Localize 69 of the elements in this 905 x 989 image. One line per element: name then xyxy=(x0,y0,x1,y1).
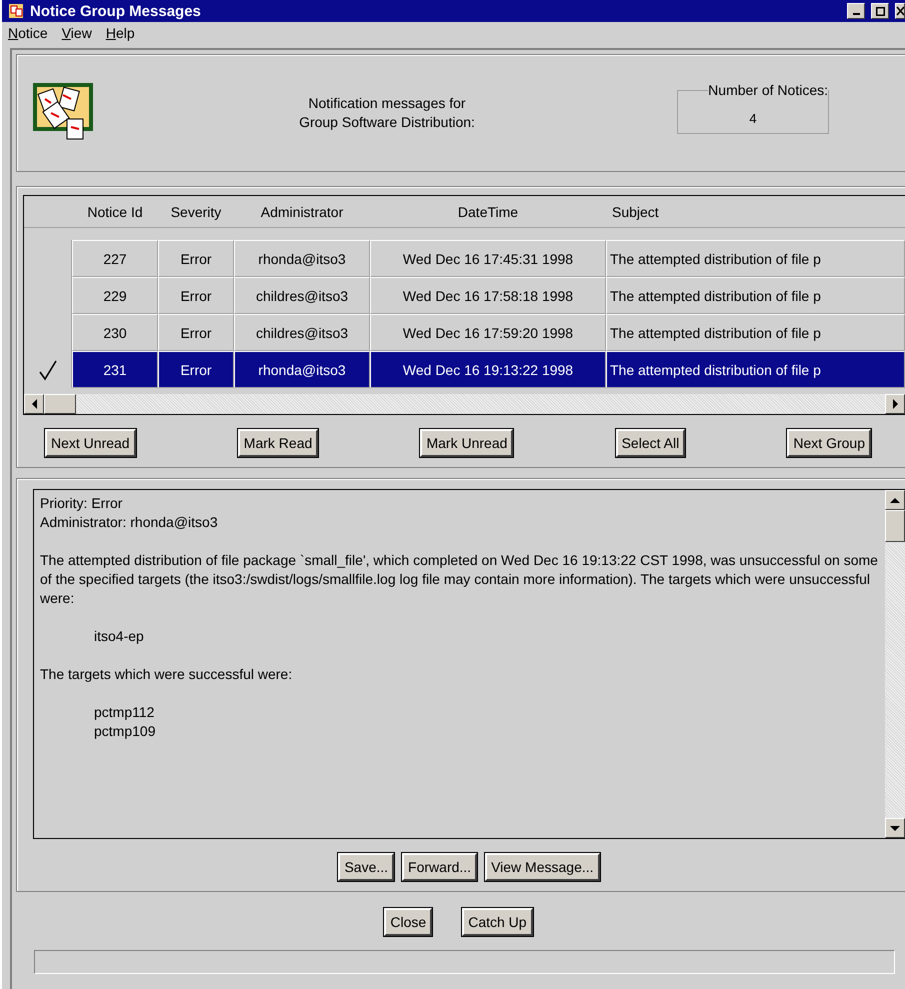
table-cell: 227 xyxy=(72,240,158,277)
table-cell: Error xyxy=(158,240,234,277)
maximize-icon xyxy=(876,6,884,16)
close-icon xyxy=(896,6,904,16)
message-text: The targets which were successful were: xyxy=(40,665,294,684)
message-text: itso4-ep xyxy=(93,627,145,646)
column-header[interactable]: Severity xyxy=(158,204,234,220)
column-header[interactable]: Administrator xyxy=(234,204,370,220)
table-cell: rhonda@itso3 xyxy=(234,240,370,277)
table-cell: Error xyxy=(158,314,234,351)
menu-item[interactable]: Notice xyxy=(8,25,48,41)
minimize-button[interactable] xyxy=(847,3,865,19)
table-action-button[interactable]: Mark Read xyxy=(238,429,318,457)
table-row[interactable]: 229 Error childres@itso3 Wed Dec 16 17:58:18 1998 The attempted distribution of file p xyxy=(24,277,905,314)
table-cell: Wed Dec 16 17:45:31 1998 xyxy=(370,240,606,277)
column-header[interactable]: DateTime xyxy=(370,204,606,220)
table-cell: The attempted distribution of file p xyxy=(606,240,905,277)
selected-row[interactable]: 231 Error rhonda@itso3 Wed Dec 16 19:13:22 1998 The attempted distribution of file p xyxy=(24,351,905,388)
column-header[interactable]: Subject xyxy=(606,204,905,220)
menu-item[interactable]: Help xyxy=(106,25,135,41)
message-text: pctmp109 xyxy=(93,722,156,741)
table-cell: childres@itso3 xyxy=(234,277,370,314)
table-cell: rhonda@itso3 xyxy=(234,351,370,388)
scroll-up-icon xyxy=(890,498,900,502)
caption-text: Group Software Distribution: xyxy=(298,113,476,132)
horizontal-scrollbar[interactable] xyxy=(24,394,905,414)
table-action-button[interactable]: Next Group xyxy=(787,429,871,457)
message-text: Priority: Error xyxy=(40,494,124,513)
table-action-button[interactable]: Select All xyxy=(616,429,686,457)
table-action-button[interactable]: Mark Unread xyxy=(420,429,514,457)
table-cell: 231 xyxy=(72,351,158,388)
table-cell: Error xyxy=(158,351,234,388)
minimize-icon xyxy=(852,13,860,15)
column-header[interactable]: Notice Id xyxy=(72,204,158,220)
table-row[interactable]: 230 Error childres@itso3 Wed Dec 16 17:59:20 1998 The attempted distribution of file p xyxy=(24,314,905,351)
scroll-right-icon xyxy=(892,399,898,409)
table-cell: The attempted distribution of file p xyxy=(606,351,905,388)
message-text: The attempted distribution of file package `small_file', which completed on Wed Dec 16 19:13:22 CST 1998, was unsuccessful on some of the specified targets (the itso3:/swdist/logs/smallfile.log log file may contain more information). The targets which were unsuccessful were: xyxy=(40,551,879,608)
scroll-thumb[interactable] xyxy=(44,394,76,414)
table-cell: Wed Dec 16 17:59:20 1998 xyxy=(370,314,606,351)
message-text: Administrator: rhonda@itso3 xyxy=(40,513,219,532)
table-cell: Error xyxy=(158,277,234,314)
table-cell: The attempted distribution of file p xyxy=(606,314,905,351)
count-value: 4 xyxy=(749,111,757,126)
close-button[interactable] xyxy=(895,3,905,19)
scroll-thumb[interactable] xyxy=(885,510,905,542)
vertical-scrollbar[interactable] xyxy=(885,490,905,838)
table-cell: Wed Dec 16 17:58:18 1998 xyxy=(370,277,606,314)
menu-item[interactable]: View xyxy=(62,25,92,41)
caption-text: Notification messages for xyxy=(307,94,467,113)
message-action-button[interactable]: View Message... xyxy=(485,853,600,881)
table-cell: 230 xyxy=(72,314,158,351)
message-action-button[interactable]: Save... xyxy=(338,853,394,881)
table-action-button[interactable]: Next Unread xyxy=(45,429,136,457)
message-text: pctmp112 xyxy=(93,703,156,722)
message-action-button[interactable]: Forward... xyxy=(402,853,478,881)
dialog-button[interactable]: Catch Up xyxy=(462,908,533,936)
count-label: Number of Notices: xyxy=(708,82,828,98)
dialog-button[interactable]: Close xyxy=(384,908,432,936)
table-cell: 229 xyxy=(72,277,158,314)
table-cell: Wed Dec 16 19:13:22 1998 xyxy=(370,351,606,388)
scroll-left-icon xyxy=(32,399,36,409)
table-cell: childres@itso3 xyxy=(234,314,370,351)
scroll-down-icon xyxy=(890,826,900,830)
table-row[interactable]: 227 Error rhonda@itso3 Wed Dec 16 17:45:31 1998 The attempted distribution of file p xyxy=(24,240,905,277)
table-cell: The attempted distribution of file p xyxy=(606,277,905,314)
app-icon xyxy=(8,3,24,19)
maximize-button[interactable] xyxy=(871,3,889,19)
window-title: Notice Group Messages xyxy=(30,2,202,20)
